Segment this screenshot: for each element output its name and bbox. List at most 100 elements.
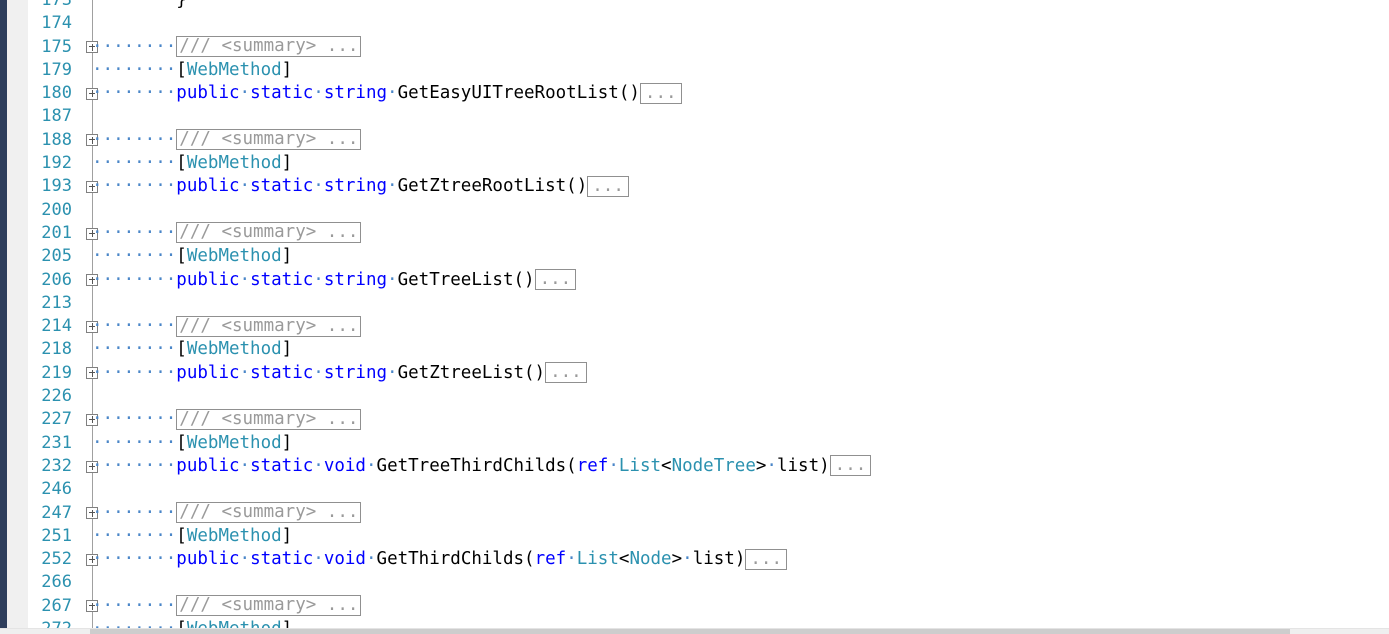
code-line[interactable]: 267 ········/// <summary> ...: [0, 594, 1389, 619]
line-number: 232: [41, 455, 72, 476]
code-line[interactable]: 252 ········public·static·void·GetThirdCh…: [0, 548, 1389, 572]
whitespace-dots: ·: [239, 83, 251, 104]
collapsed-method-body-region[interactable]: ...: [639, 82, 682, 104]
code-line[interactable]: 206 ········public·static·string·GetTreeL…: [0, 268, 1389, 292]
whitespace-dots: ·: [239, 549, 251, 570]
code-line[interactable]: 173 ········}: [0, 0, 1389, 13]
collapsed-summary-region[interactable]: /// <summary> ...: [176, 595, 362, 617]
code-line[interactable]: 192 ········[WebMethod]: [0, 152, 1389, 176]
collapsed-summary-region[interactable]: /// <summary> ...: [176, 502, 362, 524]
keyword-token: string: [323, 269, 388, 290]
collapsed-method-body-region[interactable]: ...: [829, 455, 872, 477]
line-number: 205: [41, 246, 72, 267]
code-line-content[interactable]: ········public·static·string·GetEasyUITr…: [92, 82, 682, 105]
collapsed-summary-region[interactable]: /// <summary> ...: [176, 222, 362, 244]
collapsed-summary-region[interactable]: /// <summary> ...: [176, 315, 362, 337]
keyword-token: static: [250, 455, 314, 476]
code-line-content[interactable]: ········[WebMethod]: [92, 432, 292, 455]
code-line-content[interactable]: ········/// <summary> ...: [92, 129, 362, 152]
whitespace-dots: ········: [92, 595, 177, 616]
collapsed-method-body-region[interactable]: ...: [745, 548, 787, 570]
whitespace-dots: ·: [313, 362, 324, 383]
whitespace-dots: ·: [387, 176, 398, 197]
keyword-token: ref: [534, 549, 567, 570]
outlining-column: [84, 385, 104, 409]
code-line-content[interactable]: ········public·static·string·GetTreeList…: [92, 269, 577, 292]
code-line[interactable]: 246: [0, 478, 1389, 502]
collapsed-summary-region[interactable]: /// <summary> ...: [176, 36, 362, 58]
horizontal-scrollbar[interactable]: [0, 628, 1389, 634]
code-line[interactable]: 247 ········/// <summary> ...: [0, 501, 1389, 525]
code-line[interactable]: 219 ········public·static·string·GetZtree…: [0, 361, 1389, 386]
code-line[interactable]: 218 ········[WebMethod]: [0, 338, 1389, 362]
code-line-content[interactable]: ········/// <summary> ...: [92, 222, 362, 245]
keyword-token: public: [176, 455, 240, 476]
keyword-token: string: [323, 362, 388, 383]
whitespace-dots: ·: [313, 455, 324, 476]
editor-breakpoint-margin[interactable]: [7, 0, 28, 634]
line-number: 173: [41, 0, 72, 10]
keyword-token: public: [176, 176, 240, 197]
whitespace-dots: ········: [92, 502, 177, 523]
line-number: 193: [41, 176, 72, 197]
code-line-content[interactable]: ········/// <summary> ...: [92, 502, 362, 525]
code-line-content[interactable]: ········/// <summary> ...: [92, 595, 362, 618]
line-number: 246: [41, 479, 72, 500]
code-line-content[interactable]: ········}: [92, 0, 187, 12]
identifier-token: GetTreeThirdChilds(: [376, 455, 577, 476]
code-line-content[interactable]: ········public·static·string·GetZtreeLis…: [92, 362, 587, 385]
code-line-content[interactable]: ········public·static·string·GetZtreeRoo…: [92, 175, 629, 198]
code-line-content[interactable]: ········/// <summary> ...: [92, 36, 362, 59]
collapsed-method-body-region[interactable]: ...: [545, 362, 587, 384]
collapsed-summary-region[interactable]: /// <summary> ...: [176, 129, 362, 151]
code-line-content[interactable]: ········[WebMethod]: [92, 245, 292, 268]
code-line[interactable]: 205 ········[WebMethod]: [0, 245, 1389, 269]
code-line[interactable]: 226: [0, 385, 1389, 409]
keyword-token: public: [176, 549, 240, 570]
code-line-content[interactable]: ········/// <summary> ...: [92, 315, 362, 338]
code-line-content[interactable]: ········[WebMethod]: [92, 59, 292, 82]
code-line[interactable]: 214 ········/// <summary> ...: [0, 315, 1389, 339]
punctuation-token: [: [176, 339, 187, 360]
keyword-token: string: [323, 83, 388, 104]
code-line[interactable]: 200: [0, 198, 1389, 222]
code-line-content[interactable]: ········/// <summary> ...: [92, 408, 362, 431]
code-line[interactable]: 251 ········[WebMethod]: [0, 524, 1389, 549]
code-line[interactable]: 201 ········/// <summary> ...: [0, 221, 1389, 246]
code-line[interactable]: 227 ········/// <summary> ...: [0, 408, 1389, 432]
code-line[interactable]: 187: [0, 105, 1389, 129]
line-number: 226: [41, 386, 72, 407]
code-line[interactable]: 266: [0, 571, 1389, 595]
line-number: 252: [41, 549, 72, 570]
code-line[interactable]: 232 ········public·static·void·GetTreeThi…: [0, 454, 1389, 479]
code-line[interactable]: 188 ········/// <summary> ...: [0, 128, 1389, 153]
keyword-token: public: [176, 269, 240, 290]
code-line-content[interactable]: ········public·static·void·GetTreeThirdC…: [92, 455, 872, 478]
code-line-content[interactable]: ········[WebMethod]: [92, 525, 292, 548]
outlining-column: [84, 198, 104, 222]
keyword-token: public: [176, 362, 240, 383]
code-line[interactable]: 179 ········[WebMethod]: [0, 58, 1389, 83]
code-line[interactable]: 175 ········/// <summary> ...: [0, 35, 1389, 59]
whitespace-dots: ·: [387, 362, 398, 383]
punctuation-token: [: [176, 432, 187, 453]
code-line-content[interactable]: ········[WebMethod]: [92, 338, 292, 361]
code-line[interactable]: 213: [0, 291, 1389, 316]
punctuation-token: [: [176, 153, 187, 174]
punctuation-token: ]: [281, 339, 293, 360]
horizontal-scrollbar-thumb[interactable]: [90, 629, 1290, 634]
collapsed-summary-region[interactable]: /// <summary> ...: [176, 408, 362, 430]
code-line[interactable]: 174: [0, 12, 1389, 36]
code-lines-container[interactable]: 173 ········} 174 175 ········/// <summary> …: [0, 0, 1389, 634]
collapsed-method-body-region[interactable]: ...: [587, 175, 629, 197]
code-line[interactable]: 231 ········[WebMethod]: [0, 431, 1389, 455]
code-editor[interactable]: 173 ········} 174 175 ········/// <summary> …: [0, 0, 1389, 634]
punctuation-token: ]: [281, 59, 293, 80]
line-number: 267: [41, 595, 72, 616]
code-line-content[interactable]: ········[WebMethod]: [92, 152, 292, 175]
punctuation-token: ]: [281, 432, 293, 453]
collapsed-method-body-region[interactable]: ...: [534, 269, 577, 291]
code-line[interactable]: 180 ········public·static·string·GetEasyU…: [0, 82, 1389, 106]
code-line[interactable]: 193 ········public·static·string·GetZtree…: [0, 175, 1389, 199]
code-line-content[interactable]: ········public·static·void·GetThirdChild…: [92, 548, 787, 571]
